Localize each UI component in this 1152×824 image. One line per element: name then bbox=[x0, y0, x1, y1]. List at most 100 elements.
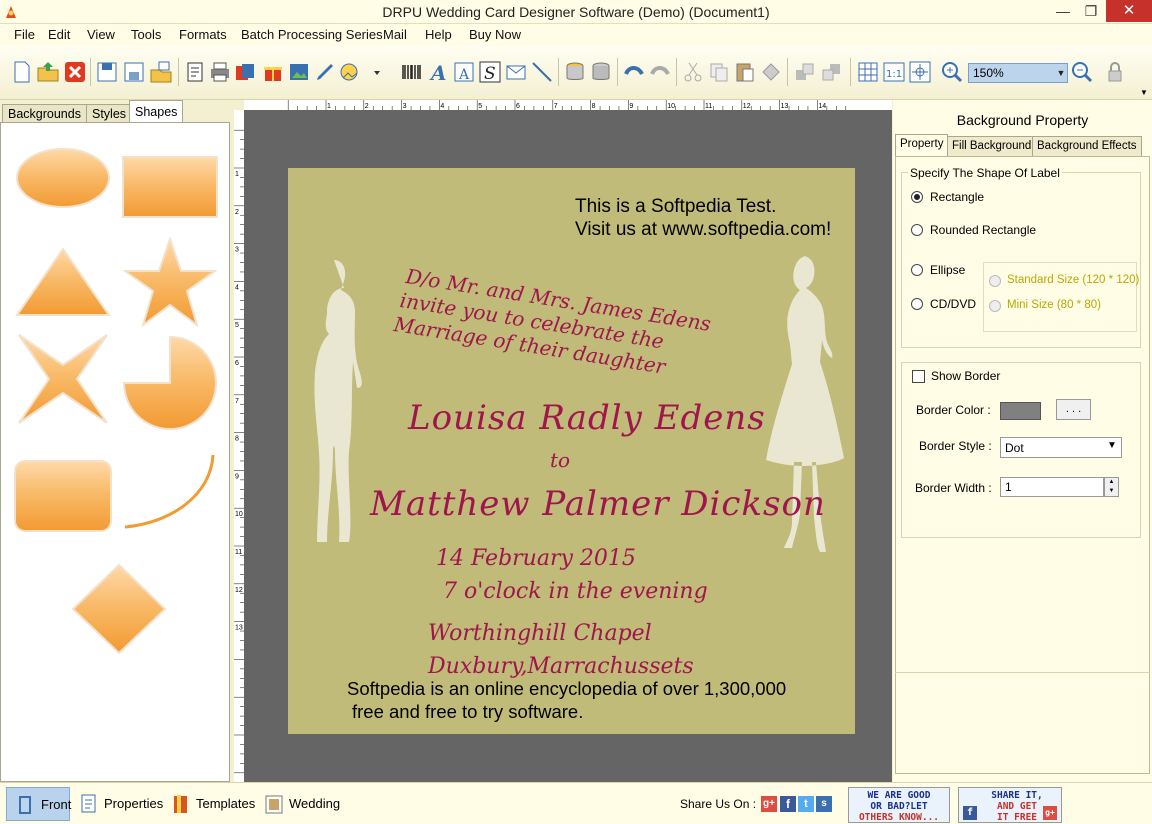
properties-button[interactable]: Properties bbox=[70, 787, 164, 821]
new-file-icon[interactable] bbox=[10, 60, 34, 84]
insert-image-icon[interactable] bbox=[287, 60, 311, 84]
menu-buy-now[interactable]: Buy Now bbox=[469, 27, 521, 42]
wedding-city[interactable]: Duxbury,Marrachussets bbox=[428, 654, 694, 679]
close-document-icon[interactable] bbox=[63, 60, 87, 84]
menu-help[interactable]: Help bbox=[425, 27, 452, 42]
maximize-button[interactable]: ❐ bbox=[1076, 0, 1106, 22]
four-point-star-shape[interactable] bbox=[15, 331, 111, 427]
test-line-1[interactable]: This is a Softpedia Test. bbox=[575, 196, 776, 218]
groom-name[interactable]: Matthew Palmer Dickson bbox=[370, 484, 826, 524]
export-icon[interactable] bbox=[149, 60, 173, 84]
lock-icon[interactable] bbox=[1103, 60, 1127, 84]
google-plus-icon[interactable]: g+ bbox=[761, 796, 777, 812]
pen-icon[interactable] bbox=[313, 60, 337, 84]
copy-icon[interactable] bbox=[707, 60, 731, 84]
menu-batch-processing[interactable]: Batch Processing Series bbox=[241, 27, 383, 42]
tab-shapes[interactable]: Shapes bbox=[129, 100, 184, 124]
zoom-in-icon[interactable] bbox=[940, 60, 964, 84]
share-icon[interactable]: s bbox=[816, 796, 832, 812]
undo-icon[interactable] bbox=[622, 60, 646, 84]
grid-icon[interactable] bbox=[856, 60, 880, 84]
twitter-icon[interactable]: t bbox=[798, 796, 814, 812]
mail-icon[interactable] bbox=[504, 60, 528, 84]
templates-button[interactable]: Templates bbox=[162, 787, 258, 821]
menu-file[interactable]: File bbox=[14, 27, 35, 42]
feedback-banner[interactable]: WE ARE GOOD OR BAD?LET OTHERS KNOW... bbox=[848, 787, 950, 823]
fit-to-window-icon[interactable] bbox=[908, 60, 932, 84]
rounded-rectangle-radio[interactable] bbox=[911, 224, 923, 236]
toolbar-overflow-icon[interactable]: ▼ bbox=[1140, 88, 1148, 97]
minimize-button[interactable]: — bbox=[1048, 0, 1078, 22]
actual-size-icon[interactable]: 1:1 bbox=[882, 60, 906, 84]
zoom-dropdown-icon[interactable]: ▼ bbox=[1054, 64, 1068, 82]
page-setup-icon[interactable] bbox=[183, 60, 207, 84]
wedding-card[interactable]: This is a Softpedia Test. Visit us at ww… bbox=[288, 168, 855, 734]
print-icon[interactable] bbox=[208, 60, 232, 84]
pie-shape[interactable] bbox=[121, 335, 219, 431]
menu-mail[interactable]: Mail bbox=[383, 27, 407, 42]
database-settings-icon[interactable] bbox=[589, 60, 613, 84]
send-backward-icon[interactable] bbox=[820, 60, 844, 84]
signature-icon[interactable]: S bbox=[478, 60, 502, 84]
border-color-picker-button[interactable]: . . . bbox=[1056, 399, 1091, 420]
wedding-date[interactable]: 14 February 2015 bbox=[436, 546, 636, 571]
text-icon[interactable]: A bbox=[426, 60, 450, 84]
cut-icon[interactable] bbox=[681, 60, 705, 84]
ellipse-shape[interactable] bbox=[15, 147, 111, 209]
save-icon[interactable] bbox=[95, 60, 119, 84]
test-line-2[interactable]: Visit us at www.softpedia.com! bbox=[575, 219, 831, 241]
batch-print-icon[interactable] bbox=[234, 60, 258, 84]
save-as-icon[interactable] bbox=[122, 60, 146, 84]
delete-icon[interactable] bbox=[759, 60, 783, 84]
line-icon[interactable] bbox=[530, 60, 554, 84]
shape-picture-icon[interactable] bbox=[339, 60, 363, 84]
rounded-rectangle-shape[interactable] bbox=[13, 459, 113, 533]
wedding-details-button[interactable]: Wedding Details bbox=[255, 787, 383, 821]
menu-view[interactable]: View bbox=[87, 27, 115, 42]
tab-background-effects[interactable]: Background Effects bbox=[1032, 136, 1142, 156]
close-button[interactable]: ✕ bbox=[1106, 0, 1152, 22]
border-style-select[interactable]: Dot bbox=[1000, 437, 1122, 458]
zoom-select[interactable]: 150% bbox=[968, 63, 1068, 83]
standard-size-radio[interactable] bbox=[989, 275, 1001, 287]
dropdown-arrow-icon[interactable] bbox=[365, 60, 380, 84]
footer-line-1[interactable]: Softpedia is an online encyclopedia of o… bbox=[347, 678, 786, 700]
border-style-dropdown-icon[interactable]: ▼ bbox=[1107, 440, 1117, 451]
front-button[interactable]: Front bbox=[6, 787, 71, 821]
redo-icon[interactable] bbox=[648, 60, 672, 84]
border-color-swatch[interactable] bbox=[1000, 402, 1041, 420]
tab-backgrounds[interactable]: Backgrounds bbox=[2, 104, 87, 124]
facebook-icon[interactable]: f bbox=[780, 796, 796, 812]
mini-size-radio[interactable] bbox=[989, 300, 1001, 312]
show-border-checkbox[interactable] bbox=[912, 370, 925, 383]
to-text[interactable]: to bbox=[550, 448, 570, 472]
word-art-icon[interactable]: A bbox=[452, 60, 476, 84]
tab-fill-background[interactable]: Fill Background bbox=[947, 136, 1037, 156]
groom-silhouette-image[interactable] bbox=[300, 256, 370, 556]
open-folder-icon[interactable] bbox=[36, 60, 60, 84]
zoom-out-icon[interactable] bbox=[1070, 60, 1094, 84]
tab-property[interactable]: Property bbox=[895, 134, 949, 156]
border-width-input[interactable]: 1 bbox=[1000, 477, 1104, 497]
menu-formats[interactable]: Formats bbox=[179, 27, 227, 42]
menu-edit[interactable]: Edit bbox=[48, 27, 70, 42]
star-shape[interactable] bbox=[123, 237, 217, 327]
share-free-banner[interactable]: SHARE IT, AND GET IT FREE f g+ bbox=[958, 787, 1062, 823]
ellipse-radio[interactable] bbox=[911, 264, 923, 276]
database-icon[interactable] bbox=[563, 60, 587, 84]
menu-tools[interactable]: Tools bbox=[131, 27, 161, 42]
bride-name[interactable]: Louisa Radly Edens bbox=[408, 398, 766, 438]
footer-line-2[interactable]: free and free to try software. bbox=[352, 701, 583, 723]
arc-shape[interactable] bbox=[121, 451, 219, 531]
cd-dvd-radio[interactable] bbox=[911, 298, 923, 310]
barcode-icon[interactable] bbox=[400, 60, 424, 84]
wedding-venue[interactable]: Worthinghill Chapel bbox=[428, 621, 652, 646]
border-width-spinner[interactable]: ▲ ▼ bbox=[1104, 477, 1119, 497]
bring-forward-icon[interactable] bbox=[793, 60, 817, 84]
tab-styles[interactable]: Styles bbox=[86, 104, 133, 124]
wedding-time[interactable]: 7 o'clock in the evening bbox=[443, 579, 708, 604]
rectangle-shape[interactable] bbox=[121, 155, 219, 219]
diamond-shape[interactable] bbox=[71, 563, 167, 655]
rectangle-radio[interactable] bbox=[911, 191, 923, 203]
paste-icon[interactable] bbox=[733, 60, 757, 84]
